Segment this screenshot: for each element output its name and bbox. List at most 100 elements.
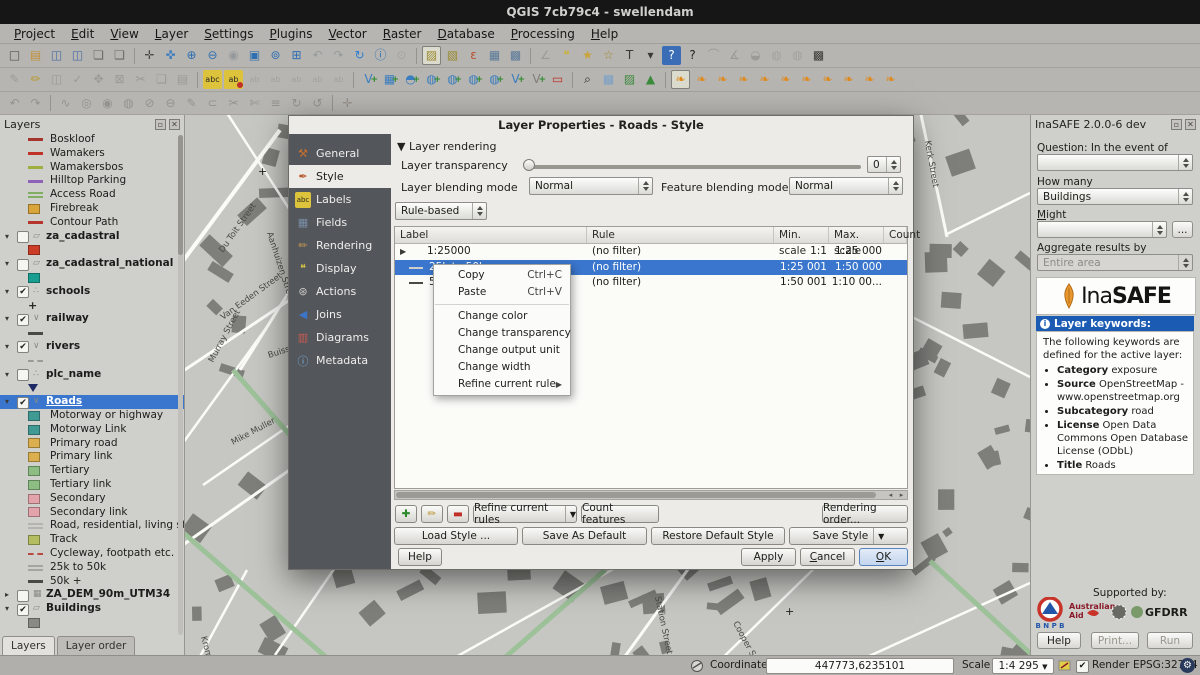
transparency-spinbox[interactable]: 0 bbox=[867, 156, 901, 173]
inasafe-shakemap-icon[interactable]: ❧ bbox=[839, 70, 858, 89]
add-wfs-layer-icon[interactable]: V+ bbox=[506, 70, 525, 89]
layers-panel-float-icon[interactable]: ▫ bbox=[155, 119, 166, 130]
rule-col-header[interactable]: Label bbox=[395, 227, 587, 243]
rule-row-1-25000[interactable]: ▶1:25000(no filter)1:11:25 000 bbox=[395, 244, 907, 260]
layer-visibility-checkbox[interactable] bbox=[17, 231, 29, 243]
toggle-editing-icon[interactable]: ✏ bbox=[26, 70, 45, 89]
add-part-icon[interactable]: ◉ bbox=[98, 94, 117, 113]
show-bookmarks-icon[interactable]: ☆ bbox=[599, 46, 618, 65]
layer-symbol-item[interactable]: + bbox=[0, 299, 184, 313]
hazard-select[interactable] bbox=[1037, 154, 1193, 171]
layer-item-boskloof[interactable]: Boskloof bbox=[0, 133, 184, 147]
add-rule-button[interactable]: ✚ bbox=[395, 505, 417, 523]
zoom-native-icon[interactable]: ◉ bbox=[224, 46, 243, 65]
dialog-tab-actions[interactable]: ⊛Actions bbox=[289, 280, 391, 303]
inasafe-save-scenario-icon[interactable]: ❧ bbox=[818, 70, 837, 89]
transparency-slider[interactable] bbox=[529, 165, 861, 169]
rule-col-header[interactable]: Max. scale bbox=[829, 227, 884, 243]
dialog-tab-metadata[interactable]: ⓘMetadata bbox=[289, 349, 391, 372]
context-menu-change-width[interactable]: Change width bbox=[434, 359, 570, 376]
function-select[interactable] bbox=[1037, 221, 1167, 238]
copy-features-icon[interactable]: ❏ bbox=[152, 70, 171, 89]
context-menu-change-output-unit[interactable]: Change output unit bbox=[434, 342, 570, 359]
dialog-tab-diagrams[interactable]: ▥Diagrams bbox=[289, 326, 391, 349]
globe-sphere-icon[interactable]: ◍ bbox=[788, 46, 807, 65]
add-wcs-layer-icon[interactable]: ◍+ bbox=[485, 70, 504, 89]
label-pin-icon[interactable]: ab bbox=[245, 70, 264, 89]
layer-symbol-item[interactable] bbox=[0, 243, 184, 257]
style-manager-icon[interactable]: ▩ bbox=[599, 70, 618, 89]
edit-rule-button[interactable]: ✏ bbox=[421, 505, 443, 523]
restore-default-style-button[interactable]: Restore Default Style bbox=[651, 527, 785, 545]
menu-project[interactable]: Project bbox=[6, 25, 63, 43]
layer-item-wamakersbos[interactable]: Wamakersbos bbox=[0, 161, 184, 175]
merge-features-icon[interactable]: ≡ bbox=[266, 94, 285, 113]
menu-database[interactable]: Database bbox=[429, 25, 502, 43]
layer-item-hilltop-parking[interactable]: Hilltop Parking bbox=[0, 174, 184, 188]
save-as-default-button[interactable]: Save As Default bbox=[522, 527, 647, 545]
dialog-tab-style[interactable]: ✒Style bbox=[289, 165, 391, 188]
identify-features-icon[interactable]: ⓘ bbox=[371, 46, 390, 65]
dialog-tab-fields[interactable]: ▦Fields bbox=[289, 211, 391, 234]
cut-features-icon[interactable]: ✂ bbox=[131, 70, 150, 89]
current-edits-icon[interactable]: ✎ bbox=[5, 70, 24, 89]
expander-icon[interactable]: ▾ bbox=[5, 340, 9, 354]
inasafe-help-button[interactable]: Help bbox=[1037, 632, 1081, 649]
layer-item-za-dem-90m-utm34[interactable]: ▸▦ZA_DEM_90m_UTM34 bbox=[0, 588, 184, 602]
new-project-icon[interactable]: □ bbox=[5, 46, 24, 65]
dialog-tab-rendering[interactable]: ✏Rendering bbox=[289, 234, 391, 257]
feature-blending-select[interactable]: Normal bbox=[789, 177, 903, 195]
menu-help[interactable]: Help bbox=[583, 25, 626, 43]
function-options-button[interactable]: ... bbox=[1172, 221, 1193, 238]
layer-item-track[interactable]: Track bbox=[0, 533, 184, 547]
layer-visibility-checkbox[interactable]: ✔ bbox=[17, 341, 29, 353]
labeling-icon[interactable]: abc bbox=[203, 70, 222, 89]
layer-item-za-cadastral-national[interactable]: ▾▱za_cadastral_national bbox=[0, 257, 184, 271]
dialog-tab-display[interactable]: ❝Display bbox=[289, 257, 391, 280]
count-features-button[interactable]: Count features bbox=[581, 505, 659, 523]
remove-rule-button[interactable]: ▬ bbox=[447, 505, 469, 523]
inasafe-extent-selector-icon[interactable]: ❧ bbox=[881, 70, 900, 89]
label-show-hide-icon[interactable]: ab bbox=[266, 70, 285, 89]
remove-layer-icon[interactable]: ▭ bbox=[548, 70, 567, 89]
add-raster-layer-icon[interactable]: ▦+ bbox=[380, 70, 399, 89]
help-contents-icon[interactable]: ? bbox=[662, 46, 681, 65]
layer-item-tertiary-link[interactable]: Tertiary link bbox=[0, 478, 184, 492]
open-project-icon[interactable]: ▤ bbox=[26, 46, 45, 65]
layer-symbol-item[interactable] bbox=[0, 381, 184, 395]
layer-visibility-checkbox[interactable]: ✔ bbox=[17, 314, 29, 326]
add-postgis-layer-icon[interactable]: ◓+ bbox=[401, 70, 420, 89]
paste-features-icon[interactable]: ▤ bbox=[173, 70, 192, 89]
render-suspend-icon[interactable] bbox=[1058, 659, 1071, 672]
layer-item-25k-to-50k[interactable]: 25k to 50k bbox=[0, 561, 184, 575]
layer-visibility-checkbox[interactable] bbox=[17, 259, 29, 271]
deselect-features-icon[interactable]: ▧ bbox=[443, 46, 462, 65]
new-shapefile-layer-icon[interactable]: V+ bbox=[527, 70, 546, 89]
tab-layer-order[interactable]: Layer order bbox=[57, 636, 136, 655]
measure-area-icon[interactable]: ⌒ bbox=[704, 46, 723, 65]
coordinate-input[interactable]: 447773,6235101 bbox=[766, 658, 954, 674]
menu-layer[interactable]: Layer bbox=[147, 25, 196, 43]
expander-icon[interactable]: ▾ bbox=[5, 395, 9, 409]
inasafe-keywords-editor-icon[interactable]: ❧ bbox=[692, 70, 711, 89]
save-style-button[interactable]: Save Style▼ bbox=[789, 527, 908, 545]
label-properties-icon[interactable]: ab bbox=[329, 70, 348, 89]
context-menu-copy[interactable]: CopyCtrl+C bbox=[434, 267, 570, 284]
attribute-table-icon[interactable]: ▦ bbox=[485, 46, 504, 65]
layer-item-motorway-or-highway[interactable]: Motorway or highway bbox=[0, 409, 184, 423]
select-features-icon[interactable]: ▨ bbox=[422, 46, 441, 65]
layer-item-wamakers[interactable]: Wamakers bbox=[0, 147, 184, 161]
delete-selected-icon[interactable]: ⊠ bbox=[110, 70, 129, 89]
label-rotate-icon[interactable]: ab bbox=[308, 70, 327, 89]
menu-vector[interactable]: Vector bbox=[321, 25, 375, 43]
fill-ring-icon[interactable]: ◍ bbox=[119, 94, 138, 113]
plugin-installer-icon[interactable]: ▲ bbox=[641, 70, 660, 89]
layer-symbol-item[interactable] bbox=[0, 354, 184, 368]
inasafe-osm-downloader-icon[interactable]: ❧ bbox=[860, 70, 879, 89]
feature-action-icon[interactable]: ⊙ bbox=[392, 46, 411, 65]
text-annotation-icon[interactable]: T bbox=[620, 46, 639, 65]
expander-icon[interactable]: ▾ bbox=[5, 285, 9, 299]
delete-ring-icon[interactable]: ⊘ bbox=[140, 94, 159, 113]
render-checkbox[interactable]: ✔ bbox=[1076, 660, 1089, 673]
inasafe-float-icon[interactable]: ▫ bbox=[1171, 119, 1182, 130]
